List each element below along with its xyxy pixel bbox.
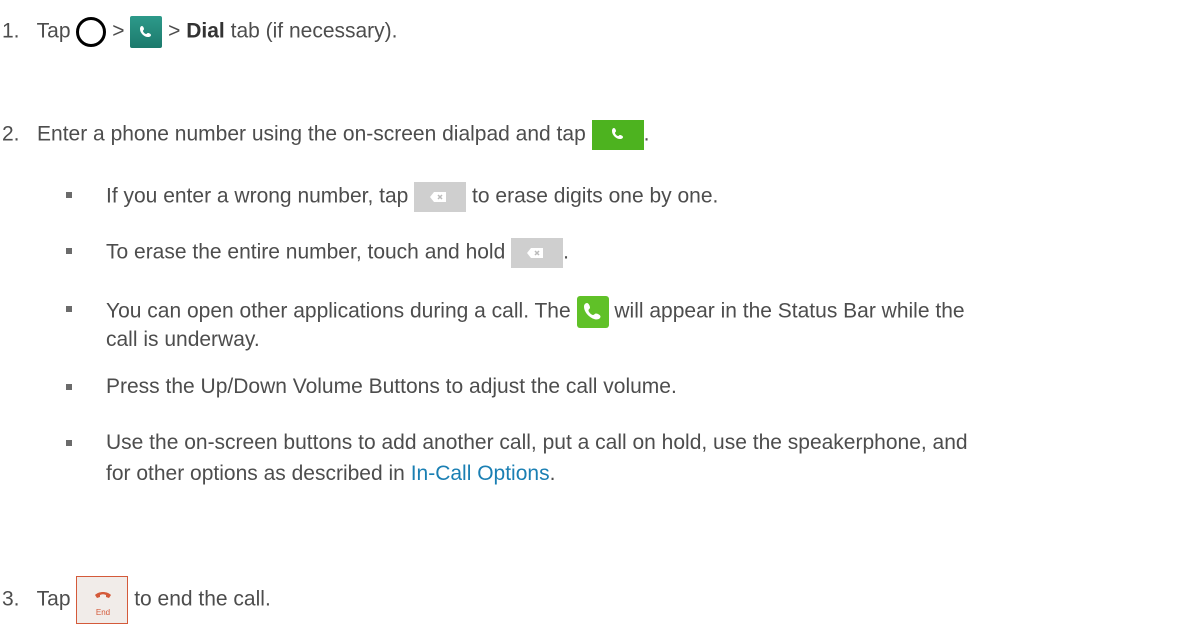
bullet-text: will appear in the Status Bar while the xyxy=(614,299,965,323)
bullet-text: Press the Up/Down Volume Buttons to adju… xyxy=(106,375,677,398)
bullet-text: To erase the entire number, touch and ho… xyxy=(106,240,506,264)
step-text: . xyxy=(643,122,650,146)
dial-tab-label: Dial xyxy=(186,19,225,43)
bullet-text: call is underway. xyxy=(106,328,260,351)
step-number: 3. xyxy=(2,587,20,611)
bullet-marker xyxy=(66,248,72,254)
step-2: 2. Enter a phone number using the on-scr… xyxy=(2,120,649,150)
bullet-marker xyxy=(66,306,72,312)
in-call-options-link[interactable]: In-Call Options xyxy=(411,462,550,485)
step-text: Tap xyxy=(36,587,71,611)
separator: > xyxy=(112,19,125,43)
bullet-text: for other options as described in xyxy=(106,462,405,485)
step-text: tab (if necessary). xyxy=(230,19,398,43)
backspace-icon xyxy=(511,238,564,268)
bullet-5-line-1: Use the on-screen buttons to add another… xyxy=(106,430,968,456)
bullet-2: To erase the entire number, touch and ho… xyxy=(106,238,569,268)
bullet-text: . xyxy=(549,462,556,485)
bullet-text: Use the on-screen buttons to add another… xyxy=(106,431,968,454)
bullet-text: You can open other applications during a… xyxy=(106,299,571,323)
step-number: 1. xyxy=(2,19,20,43)
step-1: 1. Tap > > Dial tab (if necessary). xyxy=(2,16,398,48)
step-number: 2. xyxy=(2,122,20,146)
bullet-3-line-2: call is underway. xyxy=(106,327,260,353)
call-button-icon xyxy=(591,120,644,150)
bullet-5-line-2: for other options as described in In-Cal… xyxy=(106,461,555,487)
bullet-marker xyxy=(66,440,72,446)
phone-status-icon xyxy=(576,296,609,328)
bullet-text: to erase digits one by one. xyxy=(472,184,719,208)
step-3: 3. Tap End to end the call. xyxy=(2,576,271,624)
bullet-text: If you enter a wrong number, tap xyxy=(106,184,409,208)
step-text: to end the call. xyxy=(134,587,271,611)
bullet-marker xyxy=(66,384,72,390)
step-text: Enter a phone number using the on-screen… xyxy=(37,122,586,146)
bullet-text: . xyxy=(563,240,569,264)
bullet-marker xyxy=(66,192,72,198)
phone-app-icon xyxy=(130,16,163,48)
backspace-icon xyxy=(414,182,467,212)
bullet-4: Press the Up/Down Volume Buttons to adju… xyxy=(106,374,677,400)
bullet-3-line-1: You can open other applications during a… xyxy=(106,296,965,328)
separator: > xyxy=(168,19,181,43)
home-icon xyxy=(76,17,107,47)
step-text: Tap xyxy=(36,19,71,43)
end-call-button-icon: End xyxy=(76,576,129,624)
bullet-1: If you enter a wrong number, tap to eras… xyxy=(106,182,718,212)
end-label: End xyxy=(96,608,110,617)
